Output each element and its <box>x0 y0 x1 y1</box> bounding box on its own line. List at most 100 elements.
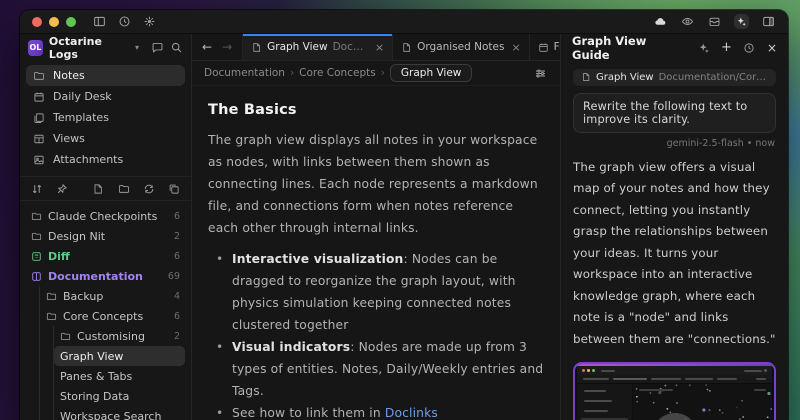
calendar-icon <box>33 91 45 103</box>
cloud-icon[interactable] <box>653 14 668 29</box>
image-icon <box>33 154 45 166</box>
folder-icon <box>46 311 57 322</box>
sidebar-item-label: Daily Desk <box>53 90 112 103</box>
tree-item-count: 2 <box>174 231 180 242</box>
doclinks-link[interactable]: Doclinks <box>385 406 438 420</box>
main-layout: OL Octarine Logs ▾ Notes <box>20 34 788 420</box>
note-options-icon[interactable] <box>533 66 548 81</box>
tab-title: Graph View <box>267 41 327 53</box>
breadcrumb-part[interactable]: Core Concepts <box>299 67 376 79</box>
tree-item-claude-checkpoints[interactable]: Claude Checkpoints 6 <box>26 206 185 226</box>
assistant-header: Graph View Guide + × <box>561 34 788 61</box>
close-window-button[interactable] <box>32 17 42 27</box>
panel-left-icon[interactable] <box>92 14 107 29</box>
collapse-all-icon[interactable] <box>167 181 181 196</box>
minimize-window-button[interactable] <box>49 17 59 27</box>
ai-response: The graph view offers a visual map of yo… <box>573 157 776 351</box>
folder-icon <box>31 231 42 242</box>
tree-item-count: 6 <box>174 211 180 222</box>
new-chat-icon[interactable]: + <box>721 40 732 55</box>
mock-tabbar <box>577 375 772 384</box>
new-folder-icon[interactable] <box>117 181 131 196</box>
tree-item-customising[interactable]: Customising 2 <box>54 326 185 346</box>
archive-icon[interactable] <box>707 14 722 29</box>
back-button[interactable]: ← <box>202 40 212 54</box>
tree-item-label: Design Nit <box>48 230 168 243</box>
search-icon[interactable] <box>170 41 183 54</box>
folder-icon <box>60 331 71 342</box>
video-preview[interactable] <box>573 362 776 420</box>
tree-item-graph-view[interactable]: Graph View <box>54 346 185 366</box>
diff-icon <box>31 251 42 262</box>
breadcrumb-separator: › <box>290 67 294 79</box>
sidebar-item-daily-desk[interactable]: Daily Desk <box>26 86 185 107</box>
panel-right-icon[interactable] <box>761 14 776 29</box>
tree-item-diff[interactable]: Diff 6 <box>26 246 185 266</box>
sidebar-item-views[interactable]: Views <box>26 128 185 149</box>
tree-item-label: Backup <box>63 290 168 303</box>
sidebar-item-notes[interactable]: Notes <box>26 65 185 86</box>
forward-button[interactable]: → <box>222 40 232 54</box>
close-tab-icon[interactable]: × <box>375 41 384 54</box>
workspace-name: Octarine Logs <box>49 35 129 61</box>
video-thumbnail <box>577 366 772 420</box>
sidebar: OL Octarine Logs ▾ Notes <box>20 34 192 420</box>
tree-item-label: Workspace Search <box>60 410 180 420</box>
note-content[interactable]: The Basics The graph view displays all n… <box>192 86 560 420</box>
tab-bar: ← → Graph View Documentation × Organised… <box>192 34 560 61</box>
chevron-down-icon: ▾ <box>135 43 139 52</box>
tree-item-label: Core Concepts <box>63 310 168 323</box>
sort-icon[interactable] <box>30 181 44 196</box>
sidebar-item-label: Notes <box>53 69 85 82</box>
tree-item-backup[interactable]: Backup 4 <box>40 286 185 306</box>
history-icon[interactable] <box>742 40 757 55</box>
tree-item-core-concepts[interactable]: Core Concepts 6 <box>40 306 185 326</box>
sync-icon[interactable] <box>142 181 156 196</box>
tree-item-documentation[interactable]: Documentation 69 <box>26 266 185 286</box>
file-icon <box>401 42 412 53</box>
tree-item-label: Storing Data <box>60 390 180 403</box>
note-title-input[interactable]: Graph View <box>390 64 472 82</box>
folder-icon <box>46 291 57 302</box>
bullet-item: See how to link them in Doclinks <box>208 402 544 420</box>
tab-nav: ← → <box>192 34 243 60</box>
table-icon <box>33 133 45 145</box>
paragraph: The graph view displays all notes in you… <box>208 129 544 239</box>
mock-titlebar <box>577 366 772 375</box>
desktop-wallpaper: OL Octarine Logs ▾ Notes <box>0 0 800 420</box>
ai-sparkle-icon[interactable] <box>734 14 749 29</box>
calendar-icon <box>538 42 549 53</box>
workspace-switcher[interactable]: OL Octarine Logs ▾ <box>20 34 191 61</box>
tree-item-storing-data[interactable]: Storing Data <box>54 386 185 406</box>
tab-organised-notes[interactable]: Organised Notes × <box>393 34 530 60</box>
pin-icon[interactable] <box>55 181 69 196</box>
tree-item-workspace-search[interactable]: Workspace Search <box>54 406 185 420</box>
history-icon[interactable] <box>117 14 132 29</box>
editor-pane: ← → Graph View Documentation × Organised… <box>192 34 560 420</box>
bullet-item: Visual indicators: Nodes are made up fro… <box>208 336 544 402</box>
sidebar-item-attachments[interactable]: Attachments <box>26 149 185 170</box>
app-window: OL Octarine Logs ▾ Notes <box>20 10 788 420</box>
zoom-window-button[interactable] <box>66 17 76 27</box>
close-icon[interactable]: × <box>767 41 777 55</box>
breadcrumb-part[interactable]: Documentation <box>204 67 285 79</box>
tree-item-design-nit[interactable]: Design Nit 2 <box>26 226 185 246</box>
eye-icon[interactable] <box>680 14 695 29</box>
chat-icon[interactable] <box>151 41 164 54</box>
tab-title: Organised Notes <box>417 41 504 53</box>
tree-item-count: 69 <box>168 271 180 282</box>
ai-sparkle-icon[interactable] <box>696 40 711 55</box>
burst-icon[interactable] <box>142 14 157 29</box>
close-tab-icon[interactable]: × <box>511 41 520 54</box>
tree-item-label: Claude Checkpoints <box>48 210 168 223</box>
bullet-item: Interactive visualization: Nodes can be … <box>208 248 544 336</box>
chip-title: Graph View <box>596 72 654 83</box>
tree-item-panes-tabs[interactable]: Panes & Tabs <box>54 366 185 386</box>
context-chip[interactable]: Graph View Documentation/Core Concepts <box>573 69 776 86</box>
sidebar-item-templates[interactable]: Templates <box>26 107 185 128</box>
breadcrumb: Documentation › Core Concepts › Graph Vi… <box>192 61 560 86</box>
new-note-icon[interactable] <box>91 181 105 196</box>
sidebar-item-label: Attachments <box>53 153 123 166</box>
tree-item-count: 6 <box>174 311 180 322</box>
tab-graph-view[interactable]: Graph View Documentation × <box>243 34 393 60</box>
